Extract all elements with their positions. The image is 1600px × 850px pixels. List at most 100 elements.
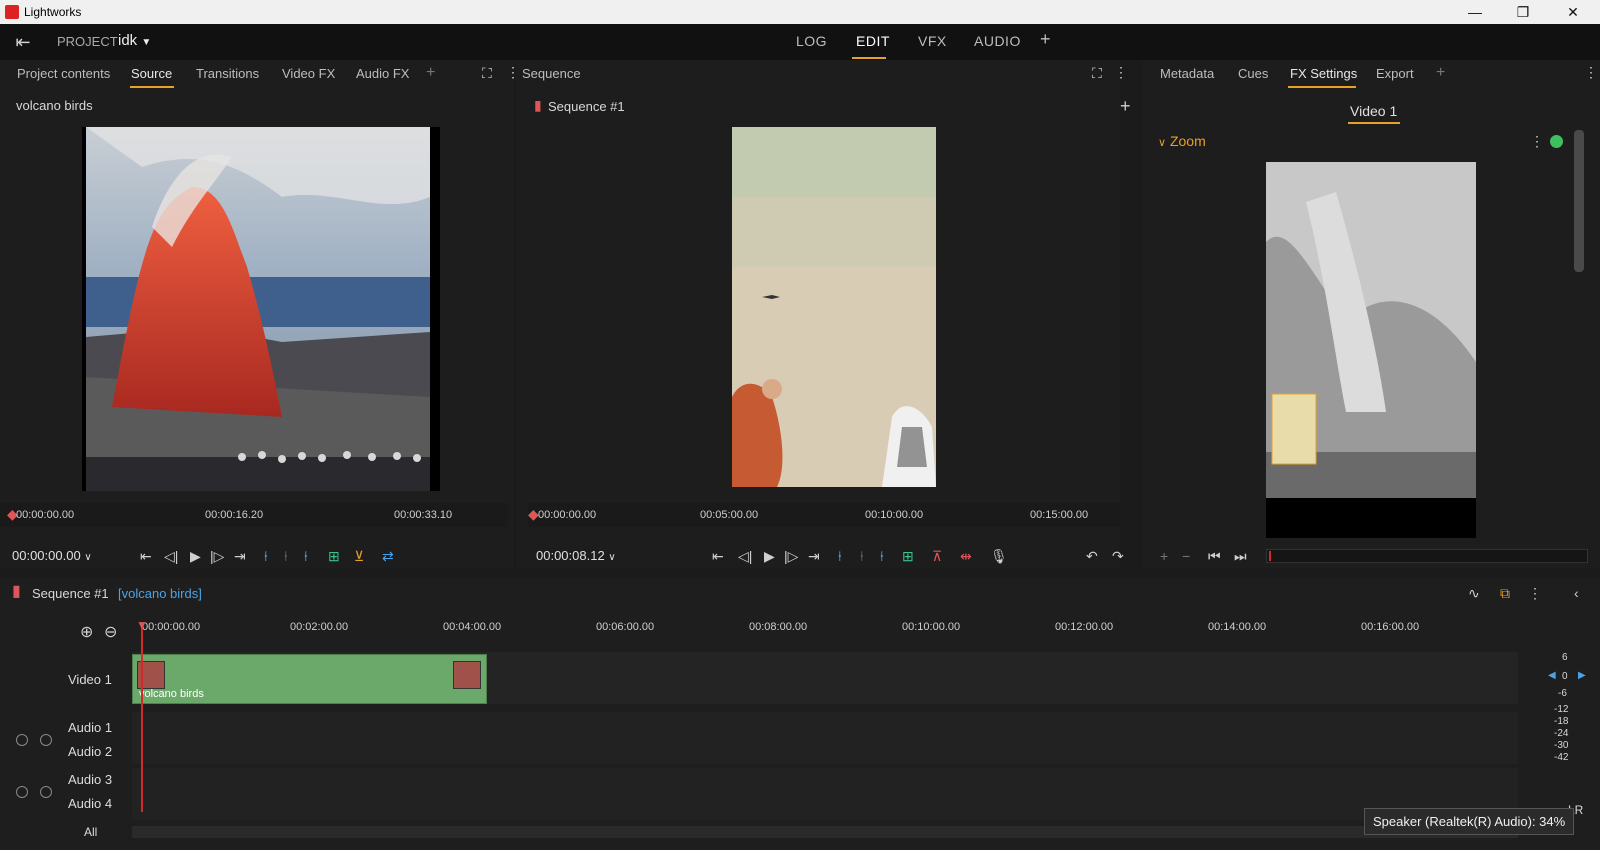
step-back-icon[interactable]: ◁| [738, 548, 752, 565]
track-label-audio-1[interactable]: Audio 1 [68, 720, 112, 735]
fx-track-underline [1348, 122, 1400, 124]
fullscreen-icon[interactable]: ⛶ [1092, 65, 1102, 82]
source-timecode[interactable]: 00:00:00.00 ∨ [12, 548, 92, 563]
timeline-scrollbar[interactable] [132, 826, 1518, 838]
keyframe-track[interactable] [1266, 549, 1588, 563]
audio-track-toggle[interactable] [16, 734, 28, 746]
timeline-clip[interactable]: volcano birds [132, 654, 487, 704]
track-label-audio-2[interactable]: Audio 2 [68, 744, 112, 759]
step-forward-icon[interactable]: |▷ [784, 548, 798, 565]
timeline-ruler[interactable]: 00:00:00.00 00:02:00.00 00:04:00.00 00:0… [136, 616, 1520, 640]
mark-out-icon[interactable]: ⍿ [880, 548, 884, 565]
microphone-icon[interactable]: 🎙 [990, 548, 1008, 565]
goto-end-icon[interactable]: ⇥ [234, 548, 246, 565]
previous-keyframe-icon[interactable]: ⏮ [1208, 548, 1221, 565]
minimize-button[interactable]: — [1452, 0, 1498, 24]
tab-edit[interactable]: EDIT [856, 33, 890, 49]
fullscreen-icon[interactable]: ⛶ [482, 65, 492, 82]
add-tab-button[interactable]: + [1040, 29, 1051, 50]
tab-video-fx[interactable]: Video FX [282, 66, 335, 81]
track-label-audio-4[interactable]: Audio 4 [68, 796, 112, 811]
track-label-video-1[interactable]: Video 1 [68, 672, 112, 687]
goto-start-icon[interactable]: ⇤ [712, 548, 724, 565]
tab-export[interactable]: Export [1376, 66, 1414, 81]
track-label-all[interactable]: All [84, 825, 97, 839]
tab-metadata[interactable]: Metadata [1160, 66, 1214, 81]
project-name-dropdown[interactable]: idk ▼ [118, 32, 151, 49]
mark-out-icon[interactable]: ⍿ [304, 548, 308, 565]
tab-fx-settings[interactable]: FX Settings [1290, 66, 1357, 81]
collapse-icon[interactable]: ‹ [1574, 585, 1579, 601]
redo-icon[interactable]: ↷ [1112, 548, 1124, 565]
maximize-button[interactable]: ❐ [1500, 0, 1546, 24]
audio-track-toggle[interactable] [40, 786, 52, 798]
add-cue-icon[interactable]: ⊞ [902, 548, 914, 565]
tab-audio[interactable]: AUDIO [974, 33, 1021, 49]
clear-marks-icon[interactable]: ⍿ [284, 548, 288, 565]
goto-start-icon[interactable]: ⇤ [140, 548, 152, 565]
source-viewer[interactable] [82, 127, 440, 491]
zoom-frame [1266, 162, 1476, 538]
tab-source[interactable]: Source [131, 66, 172, 81]
zoom-effect-header[interactable]: ∨ Zoom [1158, 133, 1206, 149]
zoom-out-icon[interactable]: ⊖ [104, 622, 117, 642]
add-icon[interactable]: + [1120, 96, 1131, 117]
timeline-playhead[interactable] [141, 626, 143, 812]
source-scrub-bar[interactable]: ◆ 00:00:00.00 00:00:16.20 00:00:33.10 [0, 503, 508, 527]
sequence-scrub-bar[interactable]: ◆ 00:00:00.00 00:05:00.00 00:10:00.00 00… [528, 503, 1120, 527]
goto-end-icon[interactable]: ⇥ [808, 548, 820, 565]
insert-icon[interactable]: ⊻ [354, 548, 364, 565]
mark-in-icon[interactable]: ⍿ [838, 548, 842, 565]
track-label-audio-3[interactable]: Audio 3 [68, 772, 112, 787]
waveform-icon[interactable]: ∿ [1468, 585, 1480, 602]
add-panel-tab-icon[interactable]: + [1436, 64, 1445, 82]
tab-log[interactable]: LOG [796, 33, 827, 49]
effect-enabled-toggle[interactable] [1550, 135, 1563, 148]
undo-icon[interactable]: ↶ [1086, 548, 1098, 565]
source-ruler-tick: 00:00:33.10 [394, 509, 453, 521]
audio-track-toggle[interactable] [40, 734, 52, 746]
timeline-ruler-tick: 00:02:00.00 [290, 621, 349, 633]
meter-level-left-icon: ◀ [1548, 670, 1556, 681]
more-options-icon[interactable]: ⋮ [1114, 64, 1128, 81]
more-options-icon[interactable]: ⋮ [1584, 64, 1598, 81]
play-icon[interactable]: ▶ [764, 548, 775, 565]
chevron-down-icon: ▼ [141, 37, 152, 48]
zoom-in-icon[interactable]: ⊕ [80, 622, 93, 642]
clear-marks-icon[interactable]: ⍿ [860, 548, 864, 565]
meter-tick: 6 [1562, 652, 1568, 663]
play-icon[interactable]: ▶ [190, 548, 201, 565]
delete-icon[interactable]: ⇹ [960, 548, 972, 565]
audio-track-lane-3-4[interactable] [132, 768, 1518, 820]
remove-keyframe-icon[interactable]: − [1182, 548, 1190, 564]
add-panel-tab-icon[interactable]: + [426, 64, 435, 82]
tab-vfx[interactable]: VFX [918, 33, 947, 49]
audio-track-lane-1-2[interactable] [132, 712, 1518, 764]
zoom-preview[interactable] [1266, 162, 1476, 538]
add-keyframe-icon[interactable]: + [1160, 548, 1168, 564]
tab-audio-fx[interactable]: Audio FX [356, 66, 409, 81]
more-options-icon[interactable]: ⋮ [1530, 133, 1544, 150]
zoom-effect-label: Zoom [1169, 133, 1206, 149]
timeline-playhead-handle[interactable]: ▼ [136, 618, 148, 632]
close-button[interactable]: ✕ [1550, 0, 1596, 24]
replace-icon[interactable]: ⇄ [382, 548, 394, 565]
sequence-timecode[interactable]: 00:00:08.12 ∨ [536, 548, 616, 563]
sequence-viewer[interactable] [732, 127, 936, 487]
add-cue-icon[interactable]: ⊞ [328, 548, 340, 565]
mark-in-icon[interactable]: ⍿ [264, 548, 268, 565]
audio-track-toggle[interactable] [16, 786, 28, 798]
fx-scrollbar[interactable] [1574, 130, 1584, 272]
remove-icon[interactable]: ⊼ [932, 548, 942, 565]
next-keyframe-icon[interactable]: ⏭ [1234, 548, 1247, 565]
meter-tick: 0 [1562, 671, 1568, 682]
more-options-icon[interactable]: ⋮ [1528, 585, 1542, 602]
step-back-icon[interactable]: ◁| [164, 548, 178, 565]
tab-transitions[interactable]: Transitions [196, 66, 259, 81]
step-forward-icon[interactable]: |▷ [210, 548, 224, 565]
sync-lock-icon[interactable]: ⧉ [1500, 585, 1510, 602]
tab-cues[interactable]: Cues [1238, 66, 1268, 81]
chevron-down-icon: ∨ [1158, 137, 1167, 149]
exit-project-icon[interactable]: ⇤ [10, 32, 36, 52]
tab-project-contents[interactable]: Project contents [17, 66, 110, 81]
